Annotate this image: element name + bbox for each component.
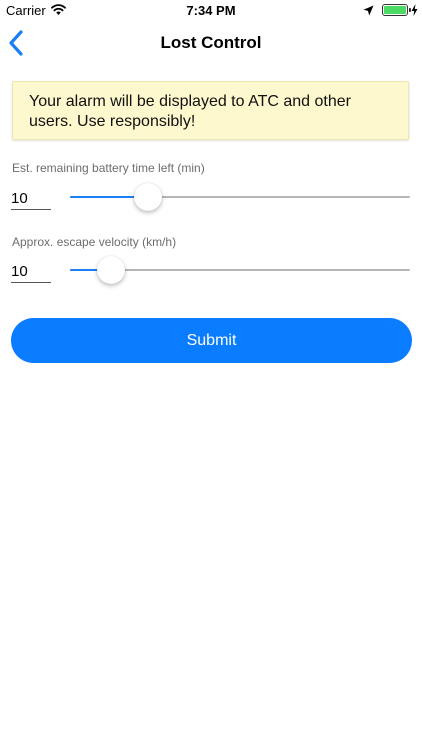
lost-control-screen: Carrier 7:34 PM Lost Control Your alarm … — [0, 0, 422, 750]
navigation-bar: Lost Control — [0, 22, 422, 66]
escape-velocity-input[interactable]: 10 — [11, 261, 51, 283]
warning-banner: Your alarm will be displayed to ATC and … — [12, 81, 409, 140]
slider-thumb[interactable] — [134, 183, 162, 211]
battery-time-label: Est. remaining battery time left (min) — [12, 161, 205, 175]
battery-icon — [382, 4, 408, 16]
page-title: Lost Control — [160, 33, 262, 52]
charging-bolt-icon — [411, 4, 418, 16]
slider-thumb[interactable] — [97, 256, 125, 284]
battery-time-input[interactable]: 10 — [11, 188, 51, 210]
battery-time-slider[interactable] — [70, 182, 410, 212]
location-icon — [363, 5, 374, 16]
status-bar: Carrier 7:34 PM — [0, 0, 422, 22]
submit-button[interactable]: Submit — [11, 318, 412, 363]
escape-velocity-label: Approx. escape velocity (km/h) — [12, 235, 177, 249]
status-time: 7:34 PM — [186, 3, 236, 18]
escape-velocity-slider[interactable] — [70, 255, 410, 285]
